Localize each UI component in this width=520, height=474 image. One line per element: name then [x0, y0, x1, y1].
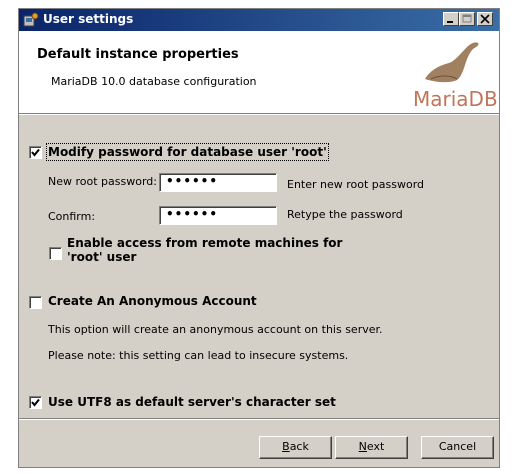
header-divider — [19, 114, 499, 115]
checkmark-icon — [31, 398, 40, 407]
create-anonymous-account-label[interactable]: Create An Anonymous Account — [48, 294, 257, 308]
modify-root-password-checkbox[interactable] — [29, 146, 42, 159]
header-panel: Default instance properties MariaDB 10.0… — [19, 31, 499, 114]
window-title: User settings — [43, 12, 134, 26]
next-mnemonic: N — [358, 440, 367, 453]
minimize-icon — [447, 21, 453, 23]
anonymous-description-1: This option will create an anonymous acc… — [48, 323, 383, 336]
mariadb-logo-text: MariaDB — [413, 87, 498, 111]
confirm-password-label: Confirm: — [48, 210, 96, 223]
next-button[interactable]: Next — [335, 436, 408, 459]
new-root-password-input[interactable]: •••••• — [159, 173, 277, 192]
footer-divider-highlight — [19, 419, 499, 420]
maximize-icon — [462, 14, 472, 23]
modify-root-password-label[interactable]: Modify password for database user 'root' — [46, 143, 329, 161]
anonymous-description-2: Please note: this setting can lead to in… — [48, 349, 349, 362]
installer-icon — [23, 12, 39, 27]
enable-remote-access-label-line2: 'root' user — [67, 250, 137, 264]
close-icon — [480, 14, 490, 24]
back-label-rest: ack — [289, 440, 309, 453]
use-utf8-label[interactable]: Use UTF8 as default server's character s… — [48, 395, 336, 409]
page-subtitle: MariaDB 10.0 database configuration — [51, 75, 257, 88]
new-root-password-label: New root password: — [48, 175, 157, 188]
cancel-button[interactable]: Cancel — [421, 436, 494, 459]
page-title: Default instance properties — [37, 47, 239, 62]
close-button[interactable] — [477, 12, 493, 26]
mariadb-seal-logo — [425, 42, 479, 83]
new-root-password-hint: Enter new root password — [287, 178, 425, 191]
title-bar[interactable]: User settings — [19, 9, 499, 31]
confirm-password-input[interactable]: •••••• — [159, 206, 277, 225]
create-anonymous-account-checkbox[interactable] — [29, 296, 42, 309]
user-settings-dialog: User settings Default instance propertie… — [18, 8, 500, 468]
use-utf8-checkbox[interactable] — [29, 396, 42, 409]
enable-remote-access-checkbox[interactable] — [49, 247, 62, 260]
confirm-password-hint: Retype the password — [287, 208, 403, 221]
next-label-rest: ext — [366, 440, 385, 453]
minimize-button[interactable] — [443, 12, 459, 26]
maximize-button[interactable] — [459, 12, 475, 26]
enable-remote-access-label-line1: Enable access from remote machines for — [67, 236, 343, 250]
back-mnemonic: B — [282, 440, 290, 453]
back-button[interactable]: Back — [259, 436, 332, 459]
checkmark-icon — [31, 148, 40, 157]
enable-remote-access-label[interactable]: Enable access from remote machines for '… — [67, 236, 342, 264]
